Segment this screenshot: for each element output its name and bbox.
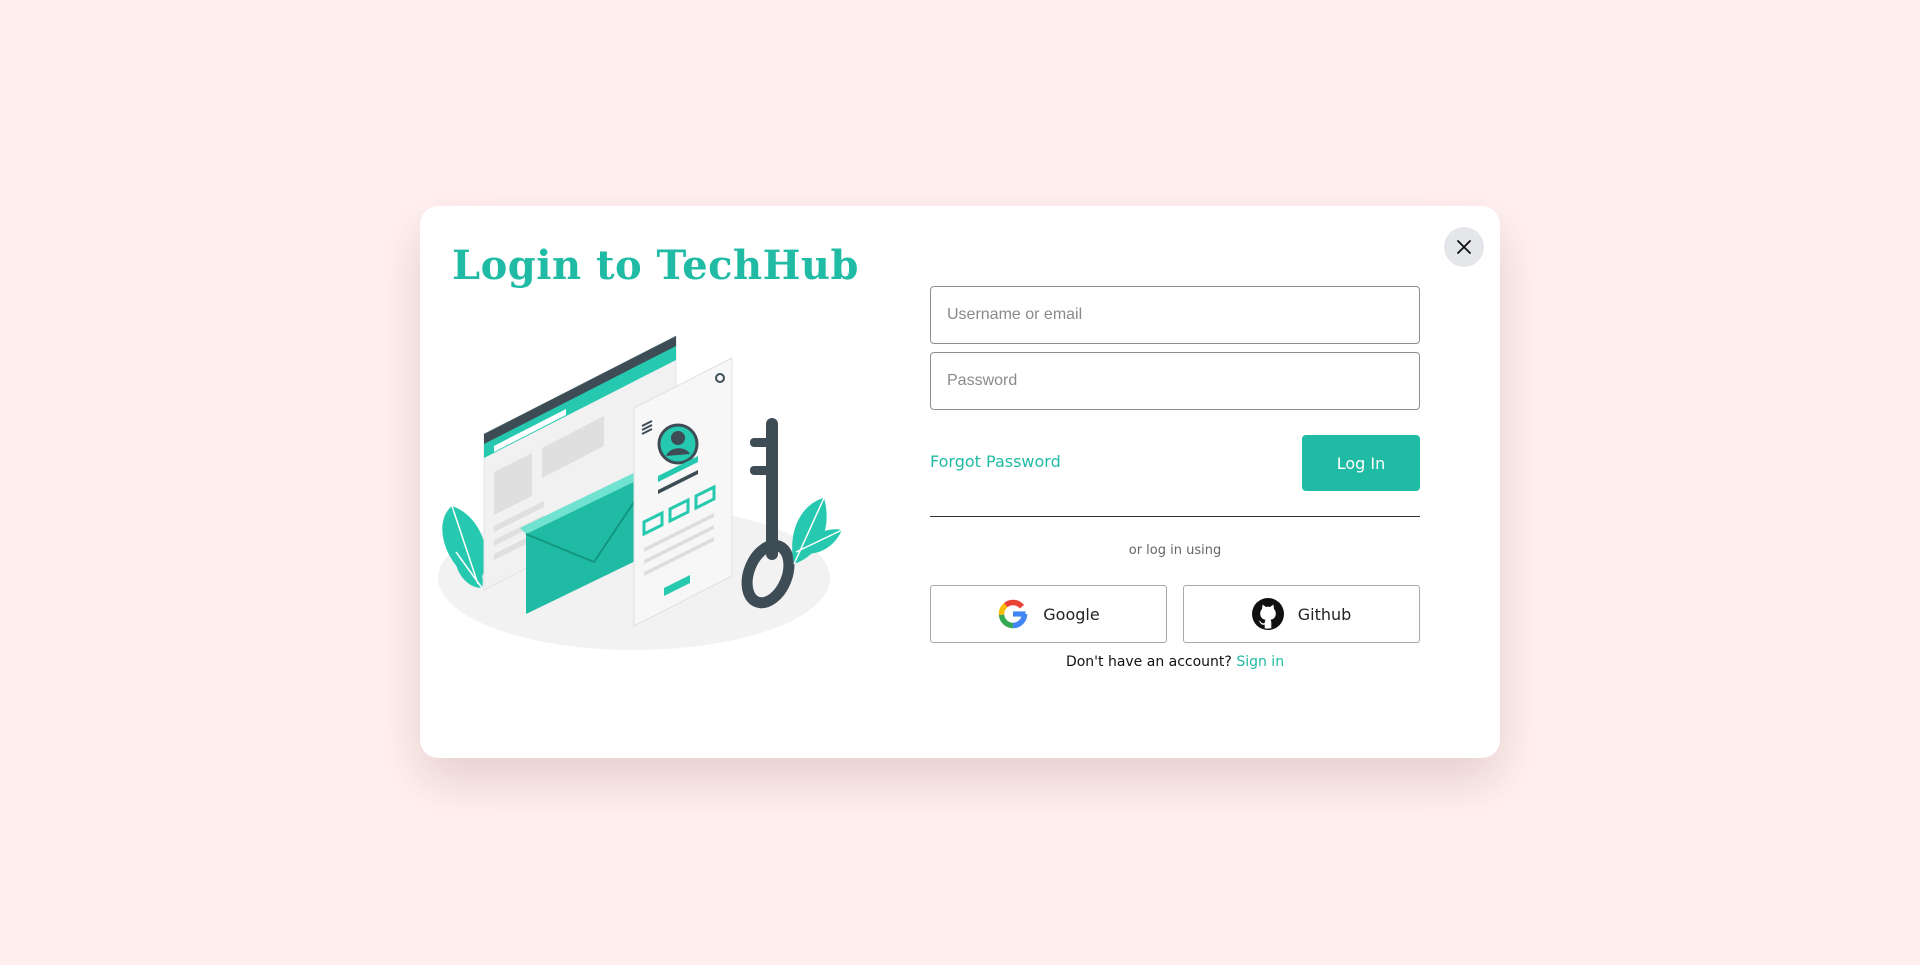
divider	[930, 516, 1420, 517]
signup-text: Don't have an account?	[1065, 654, 1232, 670]
github-label: Github	[1297, 604, 1352, 624]
login-button[interactable]: Log In	[1302, 435, 1420, 491]
google-label: Google	[1043, 604, 1100, 624]
signup-prompt: Don't have an account? Sign in	[930, 654, 1420, 670]
close-icon	[1457, 240, 1471, 254]
github-login-button[interactable]: Github	[1183, 585, 1420, 643]
username-input[interactable]	[930, 286, 1420, 344]
google-login-button[interactable]: Google	[930, 585, 1167, 643]
close-button[interactable]	[1444, 227, 1484, 267]
login-illustration	[438, 335, 843, 650]
github-icon	[1251, 598, 1284, 630]
or-login-text: or log in using	[1128, 543, 1222, 558]
forgot-password-link[interactable]: Forgot Password	[930, 452, 1061, 471]
modal-title: Login to TechHub	[452, 242, 859, 289]
signin-link[interactable]: Sign in	[1236, 654, 1284, 670]
login-modal: Login to TechHub Username or email Forgo…	[420, 206, 1500, 758]
password-input[interactable]	[930, 352, 1420, 410]
google-icon	[999, 599, 1028, 629]
